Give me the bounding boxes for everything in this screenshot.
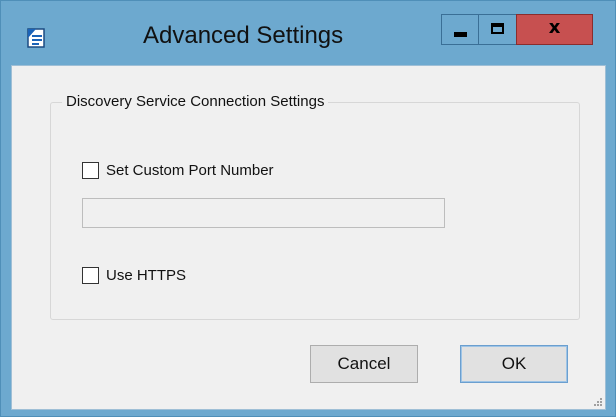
port-number-input[interactable] <box>82 198 445 228</box>
document-icon <box>27 28 45 48</box>
group-legend: Discovery Service Connection Settings <box>62 93 329 110</box>
minimize-button[interactable] <box>441 14 479 45</box>
custom-port-checkbox[interactable] <box>82 162 99 179</box>
maximize-icon <box>491 23 504 34</box>
resize-grip[interactable] <box>593 397 603 407</box>
use-https-option[interactable]: Use HTTPS <box>82 267 186 284</box>
advanced-settings-window: Advanced Settings x Discovery Service Co… <box>0 0 616 417</box>
title-bar[interactable]: Advanced Settings x <box>1 1 615 65</box>
cancel-button[interactable]: Cancel <box>310 345 418 383</box>
custom-port-option[interactable]: Set Custom Port Number <box>82 162 274 179</box>
use-https-checkbox[interactable] <box>82 267 99 284</box>
ok-button[interactable]: OK <box>460 345 568 383</box>
use-https-label: Use HTTPS <box>106 267 187 284</box>
window-title: Advanced Settings <box>143 22 344 49</box>
custom-port-label: Set Custom Port Number <box>106 162 274 179</box>
maximize-button[interactable] <box>478 14 517 45</box>
close-button[interactable]: x <box>516 14 593 45</box>
dialog-client-area: Discovery Service Connection Settings Se… <box>11 65 606 410</box>
minimize-icon <box>454 32 467 37</box>
close-icon: x <box>548 17 561 38</box>
